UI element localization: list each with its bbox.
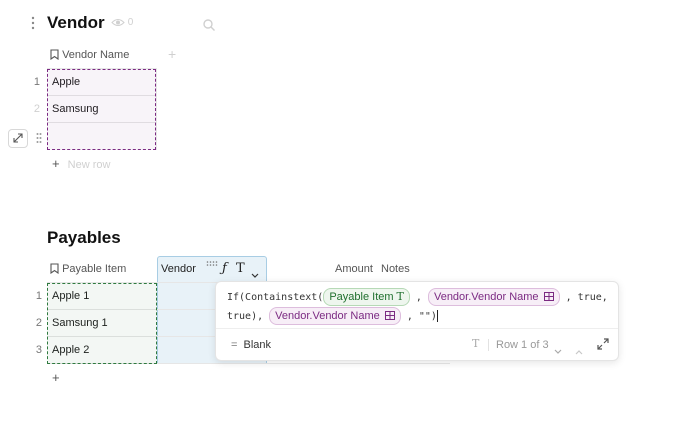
row-number: 3	[35, 344, 42, 356]
text-cursor	[436, 310, 438, 322]
view-count: 0	[111, 17, 133, 28]
plus-icon: +	[52, 156, 60, 171]
table-lookup-icon	[539, 291, 554, 303]
text-type-icon[interactable]: T	[236, 261, 245, 276]
formula-result: = Blank	[231, 339, 271, 351]
payable-item-column-label: Payable Item	[62, 263, 127, 275]
formula-editor[interactable]: If(Containstext(Payable Item T , Vendor.V…	[227, 288, 608, 325]
chevron-down-icon[interactable]	[554, 342, 562, 360]
expand-icon	[9, 133, 27, 151]
token-label: Vendor.Vendor Name	[433, 291, 539, 303]
new-row-button[interactable]: + New row	[52, 156, 110, 171]
formula-icon[interactable]: ƒ	[222, 261, 227, 276]
vendor-column-header[interactable]: Vendor	[161, 263, 196, 275]
row-number: 2	[35, 317, 42, 329]
bookmark-icon	[50, 263, 62, 275]
equals-icon: =	[231, 339, 238, 351]
payable-item-token[interactable]: Payable Item T	[323, 288, 410, 306]
token-label: Payable Item	[329, 291, 394, 303]
vendor-name-column-label: Vendor Name	[62, 49, 130, 61]
result-type-icon: T	[472, 337, 480, 350]
vendor-table-title: Vendor	[47, 13, 105, 32]
new-row-label: New row	[67, 159, 111, 171]
formula-editor-popup[interactable]: If(Containstext(Payable Item T , Vendor.V…	[215, 281, 619, 361]
payables-table-title: Payables	[47, 228, 121, 247]
row-number: 1	[33, 76, 40, 88]
row-drag-handle-icon[interactable]	[36, 131, 42, 149]
row-number: 1	[35, 290, 42, 302]
view-count-number: 0	[127, 17, 134, 28]
formula-text: If(Containstext(	[227, 292, 324, 303]
formula-result-value: Blank	[243, 339, 272, 351]
payable-item-column-header[interactable]: Payable Item	[50, 263, 126, 275]
add-column-icon[interactable]: +	[168, 46, 176, 62]
vendor-name-token[interactable]: Vendor.Vendor Name	[269, 307, 401, 325]
expand-row-button[interactable]	[8, 129, 28, 148]
text-type-icon: T	[396, 290, 404, 303]
row-indicator: Row 1 of 3	[496, 339, 549, 351]
formula-text: , "")	[406, 311, 437, 322]
add-row-button[interactable]: +	[52, 370, 60, 385]
vendor-selection-box	[47, 69, 156, 150]
formula-text: ,	[415, 292, 422, 303]
vendor-name-token[interactable]: Vendor.Vendor Name	[427, 288, 560, 306]
amount-column-header[interactable]: Amount	[335, 263, 373, 275]
chevron-up-icon[interactable]	[575, 342, 583, 360]
search-icon[interactable]	[203, 18, 215, 36]
formula-text: , true,	[565, 292, 608, 303]
notes-column-header[interactable]: Notes	[381, 263, 410, 275]
expand-editor-icon[interactable]	[596, 337, 610, 356]
vendor-name-column-header[interactable]: Vendor Name	[50, 49, 129, 61]
formula-text: true),	[227, 311, 264, 322]
bookmark-icon	[50, 49, 62, 61]
table-lookup-icon	[380, 310, 395, 322]
column-drag-handle-icon[interactable]	[206, 253, 218, 271]
eye-icon	[111, 17, 128, 28]
token-label: Vendor.Vendor Name	[275, 310, 380, 322]
drag-handle-icon[interactable]	[30, 16, 36, 30]
row-number: 2	[33, 103, 40, 115]
payable-item-selection-box	[47, 283, 157, 364]
